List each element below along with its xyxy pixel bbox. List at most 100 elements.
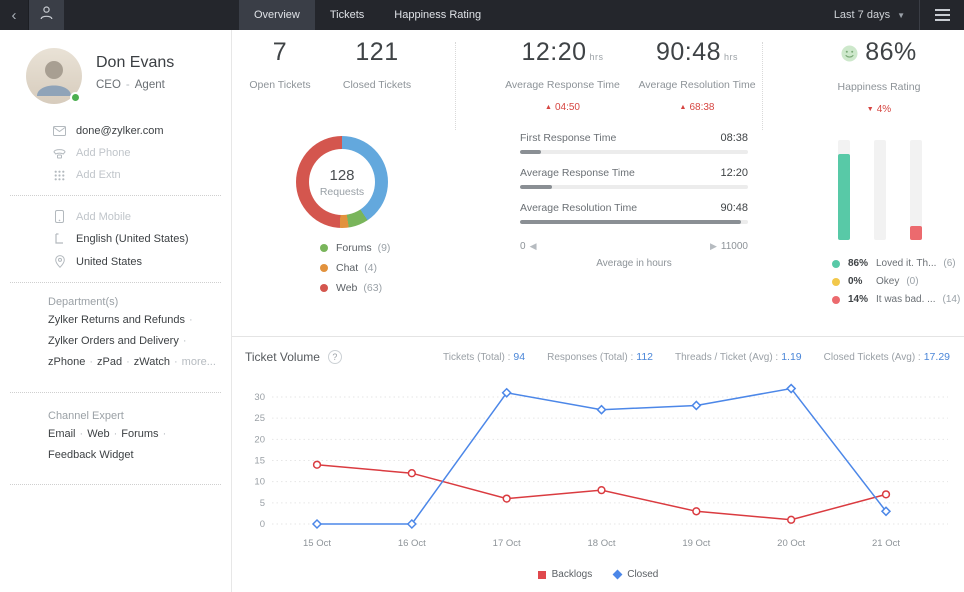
arrow-left-icon[interactable]: ◀ [530, 241, 537, 251]
avg-response-time-row[interactable]: Average Response Time12:20 [520, 167, 748, 189]
more-link[interactable]: more... [182, 356, 216, 368]
avg-response-delta: ▲04:50 [485, 102, 640, 113]
legend-item-chat[interactable]: Chat (4) [320, 262, 390, 274]
avg-resolution-time-row[interactable]: Average Resolution Time90:48 [520, 202, 748, 224]
it-was-bad-dot [832, 296, 840, 304]
loved-it-dot [832, 260, 840, 268]
ticket-volume-summary: Tickets (Total) :94 Responses (Total) :1… [421, 351, 950, 363]
phone-row[interactable]: Add Phone [0, 142, 231, 164]
stat-avg-response: 12:20hrs Average Response Time ▲04:50 [485, 38, 640, 113]
email-row[interactable]: done@zylker.com [0, 120, 231, 142]
svg-text:20 Oct: 20 Oct [777, 538, 805, 549]
department-item[interactable]: Zylker Returns and Refunds· [48, 314, 219, 326]
agent-role: CEO-Agent [96, 79, 174, 91]
first-response-time-row[interactable]: First Response Time08:38 [520, 132, 748, 154]
extn-row[interactable]: Add Extn [0, 164, 231, 186]
channel-expert-section: Channel Expert Email·Web·Forums· Feedbac… [0, 402, 231, 472]
contact-info: done@zylker.com Add Phone Add Extn [0, 120, 231, 186]
legend-item-forums[interactable]: Forums (9) [320, 242, 390, 254]
stat-avg-resolution: 90:48hrs Average Resolution Time ▲68:38 [632, 38, 762, 113]
avatar-image [34, 56, 74, 96]
mobile-placeholder: Add Mobile [76, 211, 131, 223]
help-icon[interactable]: ? [328, 350, 342, 364]
svg-text:18 Oct: 18 Oct [588, 538, 616, 549]
location-pin-icon [52, 255, 67, 268]
closed-tickets-label: Closed Tickets [328, 79, 426, 91]
profile-text: Don Evans CEO-Agent [96, 48, 174, 104]
requests-label: Requests [320, 186, 364, 198]
closed-tickets-value: 121 [328, 38, 426, 67]
svg-text:17 Oct: 17 Oct [493, 538, 521, 549]
happiness-label: Happiness Rating [794, 81, 964, 93]
closed-diamond-icon [613, 570, 623, 580]
forums-dot [320, 244, 328, 252]
agent-profile-tab[interactable] [29, 0, 64, 30]
web-dot [320, 284, 328, 292]
channel-expert-label: Channel Expert [48, 410, 219, 422]
legend-item-web[interactable]: Web (63) [320, 282, 390, 294]
divider [10, 484, 221, 485]
donut-center: 128 Requests [309, 149, 375, 215]
smiley-icon [841, 40, 858, 69]
date-range-label: Last 7 days [834, 9, 890, 21]
tickets-total: Tickets (Total) :94 [443, 351, 525, 363]
happiness-bar-chart [838, 140, 922, 240]
svg-text:0: 0 [260, 519, 265, 530]
topbar-tabs: Overview Tickets Happiness Rating [239, 0, 496, 30]
requests-donut-chart[interactable]: 128 Requests [296, 136, 388, 228]
chevron-down-icon: ▼ [897, 11, 905, 20]
avg-resolution-delta: ▲68:38 [632, 102, 762, 113]
open-tickets-value: 7 [232, 38, 328, 67]
open-tickets-label: Open Tickets [232, 79, 328, 91]
avg-resolution-unit: hrs [724, 52, 738, 62]
svg-text:10: 10 [254, 477, 265, 488]
svg-text:5: 5 [260, 498, 265, 509]
avg-response-label: Average Response Time [485, 79, 640, 91]
department-item[interactable]: Zylker Orders and Delivery· [48, 335, 219, 347]
back-button[interactable]: ‹ [0, 0, 29, 30]
legend-item-backlogs[interactable]: Backlogs [538, 569, 593, 580]
happiness-bar-okay[interactable] [874, 140, 886, 240]
department-products[interactable]: zPhone·zPad·zWatch·more... [48, 356, 219, 368]
feedback-widget[interactable]: Feedback Widget [48, 449, 219, 461]
avg-resolution-label: Average Resolution Time [632, 79, 762, 91]
legend-item-it-was-bad[interactable]: 14% It was bad. ... (14) [832, 294, 960, 305]
requests-total: 128 [329, 167, 354, 184]
hamburger-menu-button[interactable] [920, 0, 964, 30]
happiness-bar-good[interactable] [838, 140, 850, 240]
legend-item-okey[interactable]: 0% Okey (0) [832, 276, 960, 287]
divider [10, 392, 221, 393]
mobile-row[interactable]: Add Mobile [0, 205, 231, 228]
happiness-bar-bad[interactable] [910, 140, 922, 240]
extn-placeholder: Add Extn [76, 169, 121, 181]
date-range-dropdown[interactable]: Last 7 days ▼ [820, 0, 919, 30]
topbar-spacer [496, 0, 820, 30]
legend-item-closed[interactable]: Closed [614, 569, 658, 580]
divider [10, 195, 221, 196]
tab-tickets[interactable]: Tickets [315, 0, 379, 30]
donut-legend: Forums (9) Chat (4) Web (63) [320, 242, 390, 302]
tab-overview[interactable]: Overview [239, 0, 315, 30]
stat-happiness: 86% Happiness Rating ▼4% [794, 38, 964, 115]
keypad-icon [52, 170, 67, 181]
ticket-volume-header: Ticket Volume ? Tickets (Total) :94 Resp… [232, 337, 964, 364]
bar-track [520, 185, 748, 189]
channel-list[interactable]: Email·Web·Forums· [48, 428, 219, 440]
avatar[interactable] [26, 48, 82, 104]
svg-text:30: 30 [254, 392, 265, 403]
agent-overview-page: ‹ Overview Tickets Happiness Rating Last… [0, 0, 964, 592]
stat-open-tickets: 7 Open Tickets [232, 38, 328, 91]
agent-sidebar: Don Evans CEO-Agent done@zylker.com Add … [0, 30, 232, 592]
tab-happiness-rating[interactable]: Happiness Rating [379, 0, 496, 30]
departments-label: Department(s) [48, 296, 219, 308]
ticket-volume-line-chart[interactable]: 05101520253015 Oct16 Oct17 Oct18 Oct19 O… [242, 376, 954, 569]
language-row[interactable]: English (United States) [0, 228, 231, 250]
legend-item-loved-it[interactable]: 86% Loved it. Th... (6) [832, 258, 960, 269]
avg-response-unit: hrs [590, 52, 604, 62]
bar-fill [520, 150, 541, 154]
profile-header: Don Evans CEO-Agent [0, 30, 231, 104]
main-panel: 7 Open Tickets 121 Closed Tickets 12:20h… [232, 30, 964, 592]
country-row[interactable]: United States [0, 250, 231, 273]
person-icon [40, 6, 53, 25]
arrow-right-icon[interactable]: ▶ [710, 241, 717, 251]
